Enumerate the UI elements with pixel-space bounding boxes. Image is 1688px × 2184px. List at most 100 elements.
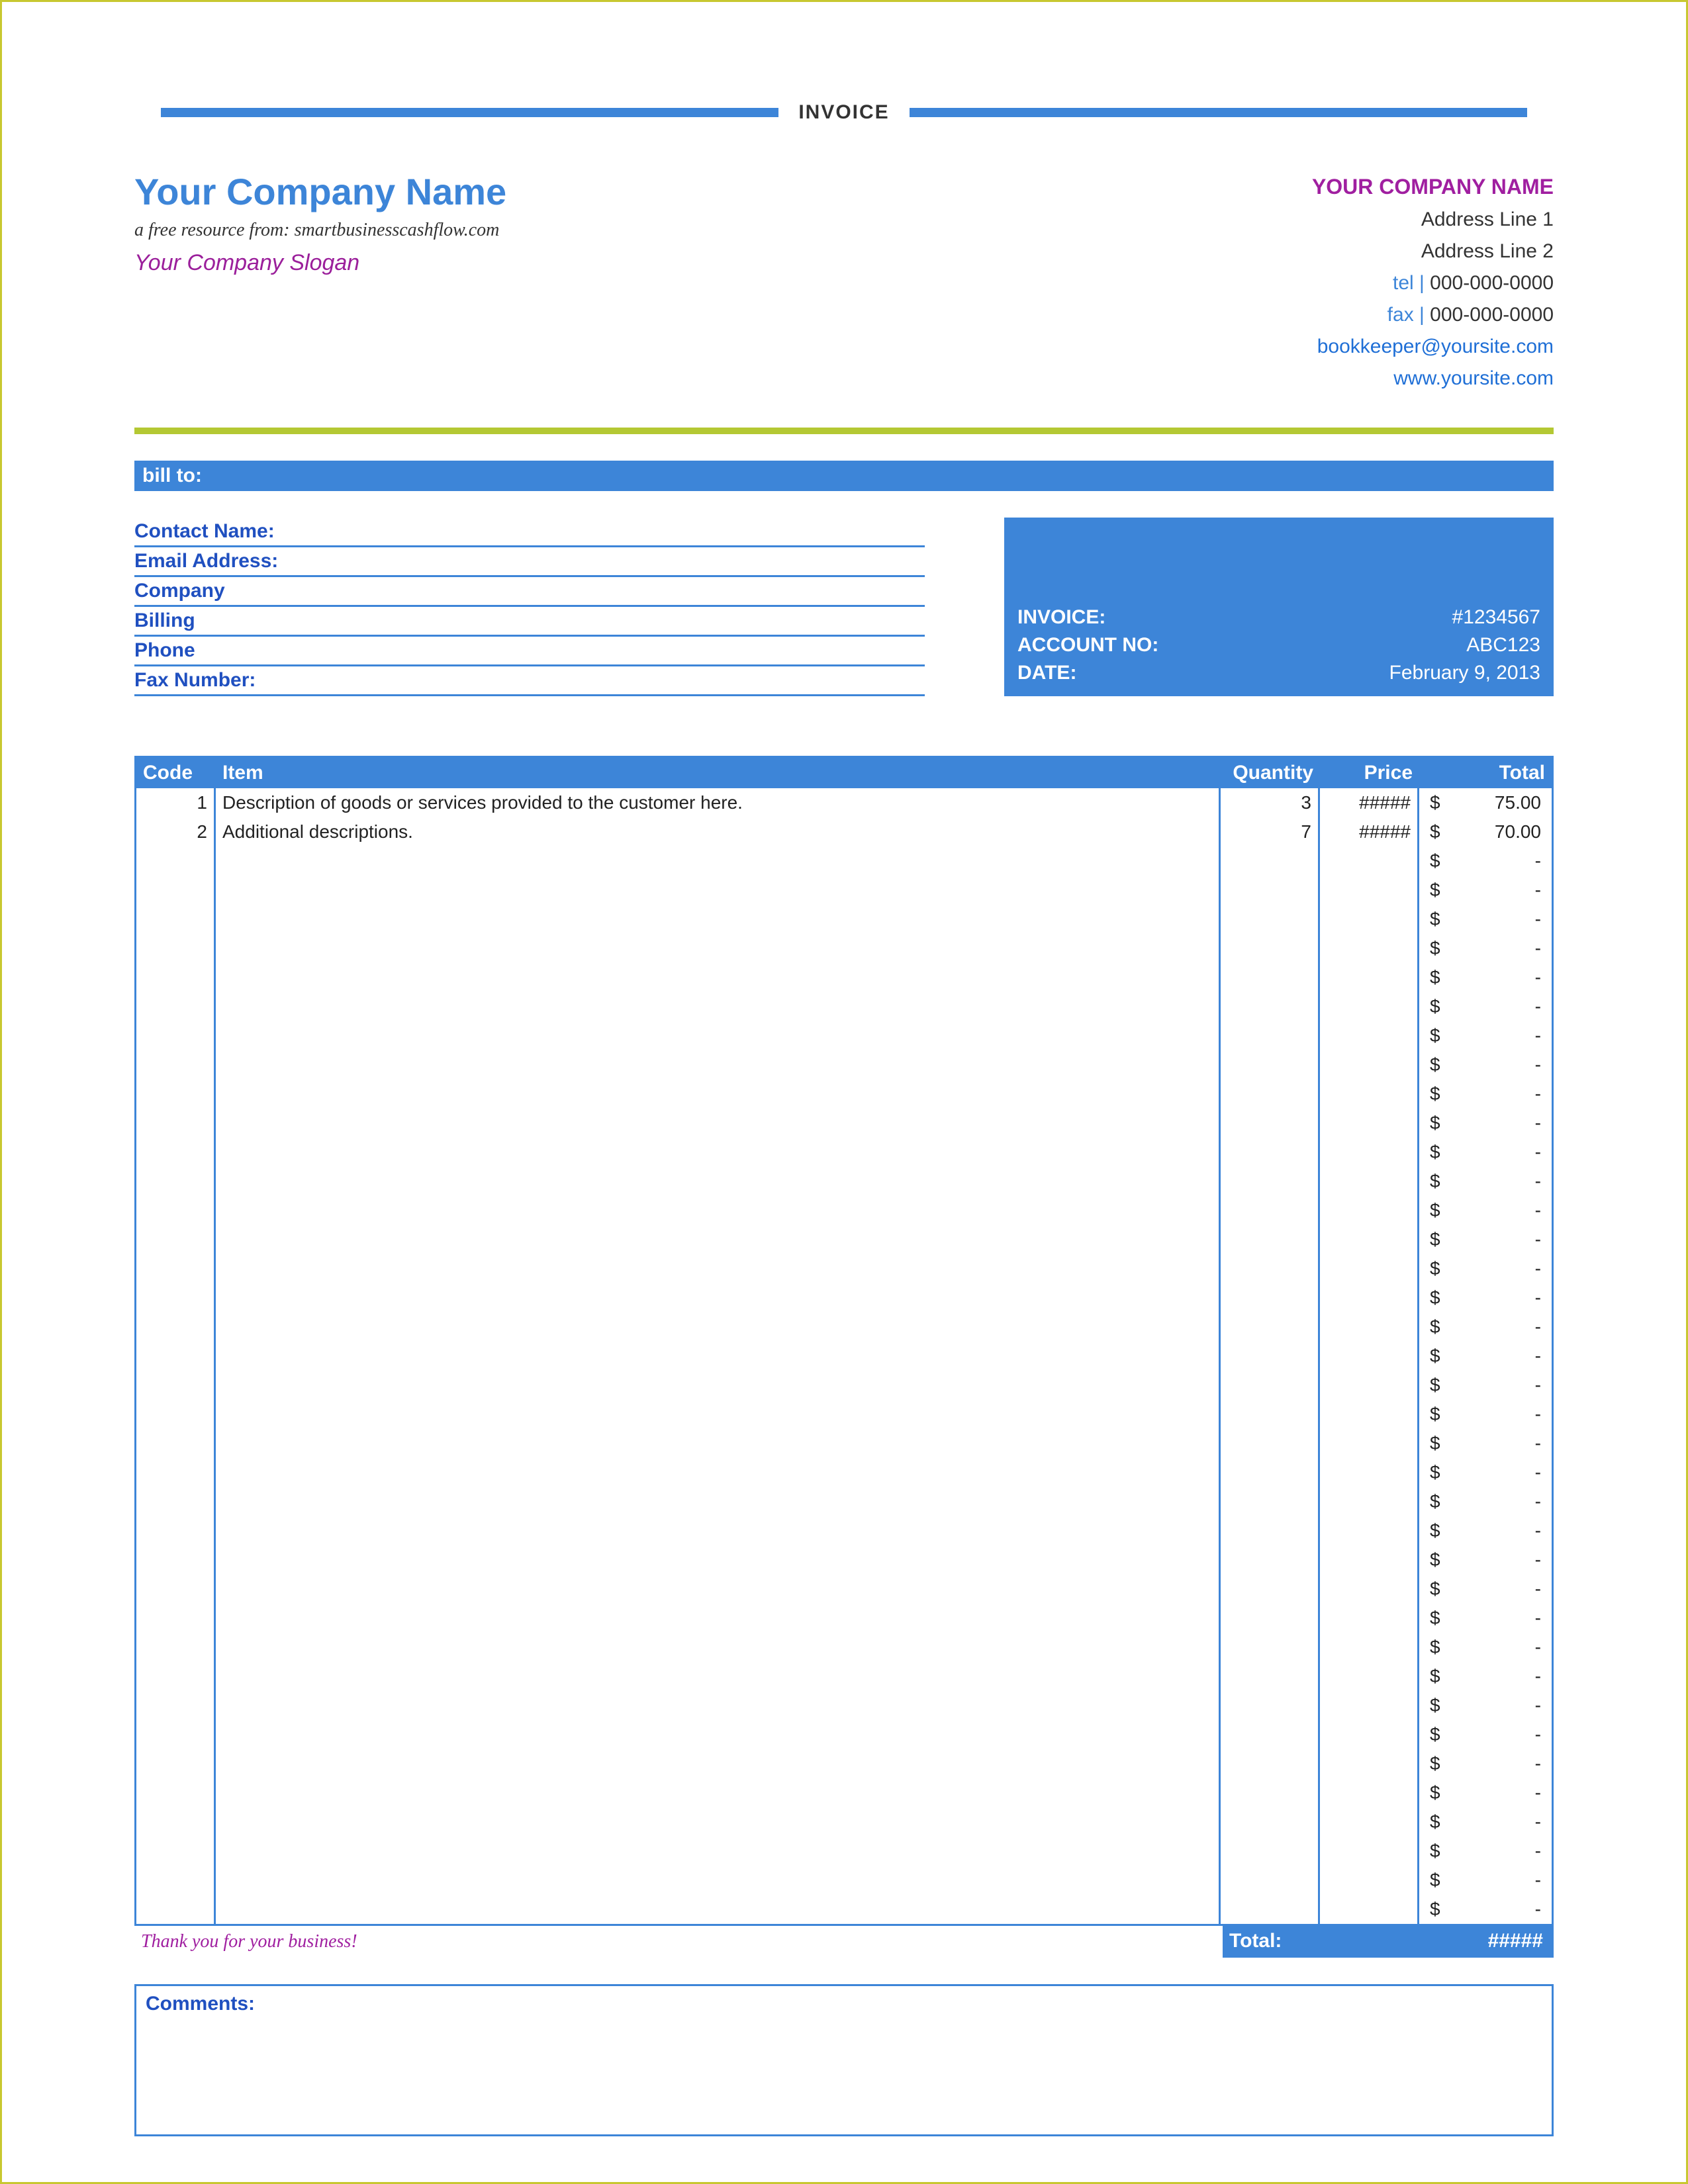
cell-price (1320, 876, 1419, 905)
cell-item (216, 1516, 1221, 1545)
cell-total: $- (1419, 1545, 1552, 1574)
account-no-row: ACCOUNT NO:ABC123 (1004, 631, 1554, 659)
cell-quantity (1221, 905, 1320, 934)
cell-total: $- (1419, 1574, 1552, 1604)
cell-quantity (1221, 1691, 1320, 1720)
cell-code (136, 934, 216, 963)
cell-quantity (1221, 1225, 1320, 1254)
cell-price (1320, 1662, 1419, 1691)
cell-item (216, 934, 1221, 963)
cell-code (136, 1895, 216, 1924)
table-row: $- (136, 1866, 1552, 1895)
table-row: $- (136, 1895, 1552, 1924)
cell-code (136, 1574, 216, 1604)
cell-total: $- (1419, 876, 1552, 905)
cell-total: $- (1419, 1138, 1552, 1167)
cell-item (216, 1487, 1221, 1516)
tel-value: 000-000-0000 (1430, 272, 1554, 294)
cell-total: $- (1419, 1400, 1552, 1429)
cell-total: $- (1419, 1720, 1552, 1749)
cell-code (136, 1225, 216, 1254)
cell-code (136, 1807, 216, 1837)
bill-field-email: Email Address: (134, 547, 925, 577)
cell-item (216, 1400, 1221, 1429)
cell-price (1320, 905, 1419, 934)
cell-total: $- (1419, 1167, 1552, 1196)
cell-price (1320, 992, 1419, 1021)
cell-item (216, 1109, 1221, 1138)
cell-price (1320, 1807, 1419, 1837)
cell-total: $- (1419, 1050, 1552, 1079)
header-right: YOUR COMPANY NAME Address Line 1 Address… (1312, 170, 1554, 394)
table-row: $- (136, 1545, 1552, 1574)
cell-total: $- (1419, 1109, 1552, 1138)
cell-item (216, 1225, 1221, 1254)
resource-line: a free resource from: smartbusinesscashf… (134, 220, 506, 241)
cell-quantity (1221, 1079, 1320, 1109)
cell-code (136, 1283, 216, 1312)
cell-total: $- (1419, 1342, 1552, 1371)
total-value: ##### (1421, 1926, 1554, 1958)
cell-price (1320, 1895, 1419, 1924)
table-row: $- (136, 1516, 1552, 1545)
cell-item (216, 1662, 1221, 1691)
bill-to-fields: Contact Name: Email Address: Company Bil… (134, 518, 925, 696)
table-row: $- (136, 963, 1552, 992)
table-row: $- (136, 992, 1552, 1021)
cell-price (1320, 1633, 1419, 1662)
cell-item (216, 905, 1221, 934)
cell-item (216, 992, 1221, 1021)
cell-item (216, 1167, 1221, 1196)
cell-total: $- (1419, 1283, 1552, 1312)
bill-field-phone: Phone (134, 637, 925, 666)
table-row: 2Additional descriptions.7#####$70.00 (136, 817, 1552, 846)
cell-code (136, 992, 216, 1021)
table-row: $- (136, 1837, 1552, 1866)
cell-quantity (1221, 934, 1320, 963)
bill-field-billing: Billing (134, 607, 925, 637)
cell-price (1320, 1749, 1419, 1778)
table-row: $- (136, 905, 1552, 934)
cell-item (216, 1545, 1221, 1574)
cell-item (216, 1749, 1221, 1778)
total-label: Total: (1223, 1926, 1421, 1958)
cell-quantity (1221, 1283, 1320, 1312)
table-row: $- (136, 1312, 1552, 1342)
website-link: www.yoursite.com (1312, 363, 1554, 394)
table-row: $- (136, 1225, 1552, 1254)
comments-label: Comments: (146, 1993, 1542, 2015)
bill-section: Contact Name: Email Address: Company Bil… (134, 518, 1554, 696)
cell-total: $- (1419, 992, 1552, 1021)
thank-you-text: Thank you for your business! (134, 1926, 1223, 1958)
cell-code (136, 1312, 216, 1342)
cell-code (136, 1167, 216, 1196)
title-line-left (161, 108, 778, 117)
cell-item (216, 1895, 1221, 1924)
table-row: $- (136, 1050, 1552, 1079)
cell-code (136, 1691, 216, 1720)
cell-quantity (1221, 1167, 1320, 1196)
items-header: Code Item Quantity Price Total (136, 758, 1552, 788)
table-row: $- (136, 1021, 1552, 1050)
cell-item (216, 1196, 1221, 1225)
cell-item (216, 1720, 1221, 1749)
company-name: Your Company Name (134, 170, 506, 213)
cell-total: $- (1419, 1516, 1552, 1545)
table-row: $- (136, 1720, 1552, 1749)
cell-price: ##### (1320, 817, 1419, 846)
cell-price (1320, 1196, 1419, 1225)
title-line-right (910, 108, 1527, 117)
cell-total: $- (1419, 1807, 1552, 1837)
table-row: $- (136, 1662, 1552, 1691)
cell-code: 1 (136, 788, 216, 817)
cell-price (1320, 1429, 1419, 1458)
cell-item (216, 1691, 1221, 1720)
cell-quantity (1221, 1545, 1320, 1574)
cell-code: 2 (136, 817, 216, 846)
cell-quantity (1221, 963, 1320, 992)
cell-quantity (1221, 1866, 1320, 1895)
cell-quantity (1221, 1749, 1320, 1778)
cell-price (1320, 934, 1419, 963)
tel-row: tel | 000-000-0000 (1312, 267, 1554, 299)
cell-quantity (1221, 1138, 1320, 1167)
